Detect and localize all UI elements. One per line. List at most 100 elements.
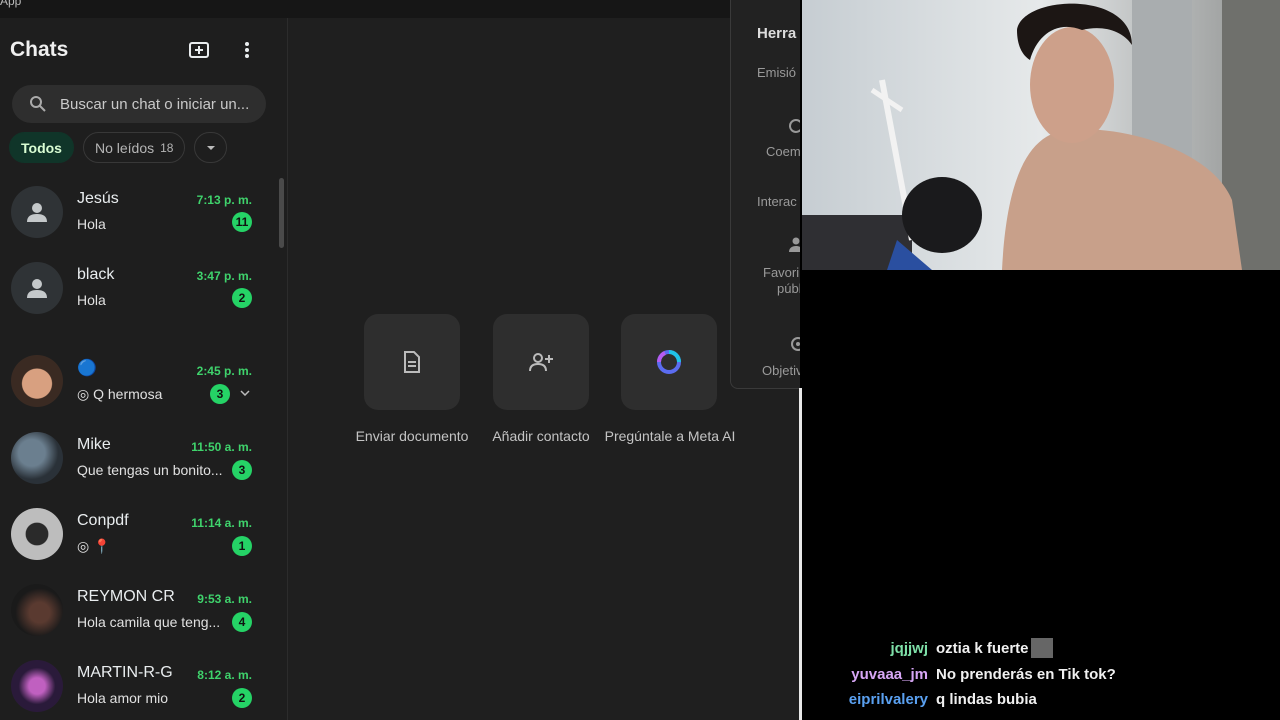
send-document-button[interactable] — [364, 314, 460, 410]
chat-row[interactable]: Mike 11:50 a. m. Que tengas un bonito...… — [0, 406, 280, 484]
chat-name: black — [77, 266, 115, 283]
chat-name: 🔵 — [77, 360, 97, 377]
emote-icon — [1030, 638, 1053, 658]
chat-name: Conpdf — [77, 512, 129, 529]
meta-ai-icon — [657, 350, 681, 374]
chat-message: yuvaaa_jm No prenderás en Tik tok? — [802, 662, 1116, 686]
new-chat-button[interactable] — [187, 38, 211, 62]
avatar — [11, 508, 63, 560]
filter-bar: Todos No leídos 18 — [9, 132, 228, 163]
add-contact-icon — [529, 353, 553, 372]
title-bar: App — [0, 0, 800, 19]
unread-badge: 2 — [232, 288, 252, 308]
chat-name: Jesús — [77, 190, 119, 207]
stream-tools-panel: Herra Emisió Coem Interac Favori públ Ob… — [730, 0, 800, 389]
avatar — [11, 355, 63, 407]
webcam-feed — [802, 0, 1280, 270]
link-icon — [789, 119, 800, 133]
search-placeholder: Buscar un chat o iniciar un... — [60, 95, 250, 113]
meta-ai-label: Pregúntale a Meta AI — [604, 428, 736, 444]
chat-name: REYMON CR — [77, 588, 175, 605]
chevron-down-icon — [206, 145, 215, 150]
tools-item[interactable]: Objetiv — [762, 363, 800, 378]
chat-name: Mike — [77, 436, 111, 453]
chat-preview: ◎ 📍 — [77, 538, 225, 555]
chat-message: jqjjwj oztia k fuerte — [802, 636, 1053, 660]
menu-button[interactable] — [235, 38, 259, 62]
webcam-image — [802, 0, 1280, 270]
chat-row[interactable]: black 3:47 p. m. Hola 2 — [0, 254, 280, 330]
avatar — [11, 660, 63, 712]
chat-time: 8:12 a. m. — [197, 668, 252, 682]
tools-item[interactable]: Favori — [763, 265, 799, 280]
avatar — [11, 432, 63, 484]
tools-item: públ — [777, 281, 800, 296]
status-icon: ◎ — [77, 386, 90, 402]
add-contact-label: Añadir contacto — [492, 428, 590, 444]
avatar — [11, 584, 63, 636]
chat-username[interactable]: eiprilvalery — [802, 691, 928, 708]
filter-all-label: Todos — [21, 139, 62, 156]
new-chat-icon — [189, 42, 209, 58]
filter-unread-label: No leídos — [94, 139, 155, 156]
send-document-label: Enviar documento — [355, 428, 469, 444]
chat-time: 3:47 p. m. — [196, 269, 252, 283]
status-icon: ◎ — [77, 538, 90, 554]
chat-time: 7:13 p. m. — [196, 193, 252, 207]
chat-message-text: No prenderás en Tik tok? — [936, 665, 1116, 683]
avatar — [11, 262, 63, 314]
chat-row[interactable]: REYMON CR 9:53 a. m. Hola camila que ten… — [0, 558, 280, 636]
default-user-icon — [27, 203, 47, 222]
tools-item[interactable]: Coem — [766, 144, 800, 159]
chat-preview-text: Q hermosa — [93, 386, 163, 402]
document-icon — [404, 351, 420, 373]
search-input[interactable]: Buscar un chat o iniciar un... — [12, 85, 266, 123]
chat-name: MARTIN-R-G — [77, 664, 173, 681]
chat-time: 9:53 a. m. — [197, 592, 252, 606]
chevron-down-icon[interactable] — [240, 390, 250, 396]
target-icon — [791, 337, 800, 351]
chat-time: 11:50 a. m. — [191, 440, 252, 454]
add-contact-button[interactable] — [493, 314, 589, 410]
unread-badge: 11 — [232, 212, 252, 232]
chat-message-text: oztia k fuerte — [936, 639, 1029, 657]
tools-item[interactable]: Emisió — [757, 65, 796, 80]
chat-preview: Que tengas un bonito... — [77, 462, 223, 478]
chat-row[interactable]: Conpdf 11:14 a. m. ◎ 📍 1 — [0, 482, 280, 560]
chat-preview: Hola — [77, 292, 106, 308]
sidebar-title: Chats — [10, 38, 69, 61]
chat-preview: ◎ Q hermosa — [77, 386, 225, 403]
unread-badge: 1 — [232, 536, 252, 556]
chat-message-text: q lindas bubia — [936, 690, 1037, 708]
tools-title: Herra — [757, 25, 797, 42]
default-user-icon — [27, 279, 47, 298]
chat-preview: Hola — [77, 216, 106, 232]
more-vertical-icon — [245, 42, 249, 58]
main-panel: Enviar documento Añadir contacto Pregúnt… — [288, 18, 800, 720]
chat-username[interactable]: yuvaaa_jm — [802, 666, 928, 683]
filter-unread-count: 18 — [160, 140, 174, 155]
chat-time: 2:45 p. m. — [196, 364, 252, 378]
whatsapp-window: App Chats Buscar un chat o iniciar un...… — [0, 0, 800, 720]
chat-row[interactable]: 🔵 2:45 p. m. ◎ Q hermosa 3 — [0, 330, 280, 407]
filter-more-button[interactable] — [194, 132, 228, 163]
filter-all[interactable]: Todos — [9, 132, 74, 163]
unread-badge: 2 — [232, 688, 252, 708]
chat-preview: Hola amor mio — [77, 690, 169, 706]
chat-time: 11:14 a. m. — [191, 516, 252, 530]
search-icon — [30, 96, 46, 112]
unread-badge: 3 — [232, 460, 252, 480]
chat-username[interactable]: jqjjwj — [802, 640, 929, 657]
filter-unread[interactable]: No leídos 18 — [82, 132, 186, 163]
user-icon — [789, 237, 800, 252]
chat-preview: Hola camila que teng... — [77, 614, 221, 630]
chat-sidebar: Chats Buscar un chat o iniciar un... Tod… — [0, 18, 288, 720]
chat-preview-text: 📍 — [93, 538, 111, 554]
tools-item[interactable]: Interac — [757, 194, 797, 209]
chat-row[interactable]: MARTIN-R-G 8:12 a. m. Hola amor mio 2 — [0, 634, 280, 712]
avatar — [11, 186, 63, 238]
chat-row[interactable]: Jesús 7:13 p. m. Hola 11 — [0, 178, 280, 254]
unread-badge: 4 — [232, 612, 252, 632]
meta-ai-button[interactable] — [621, 314, 717, 410]
unread-badge: 3 — [210, 384, 230, 404]
